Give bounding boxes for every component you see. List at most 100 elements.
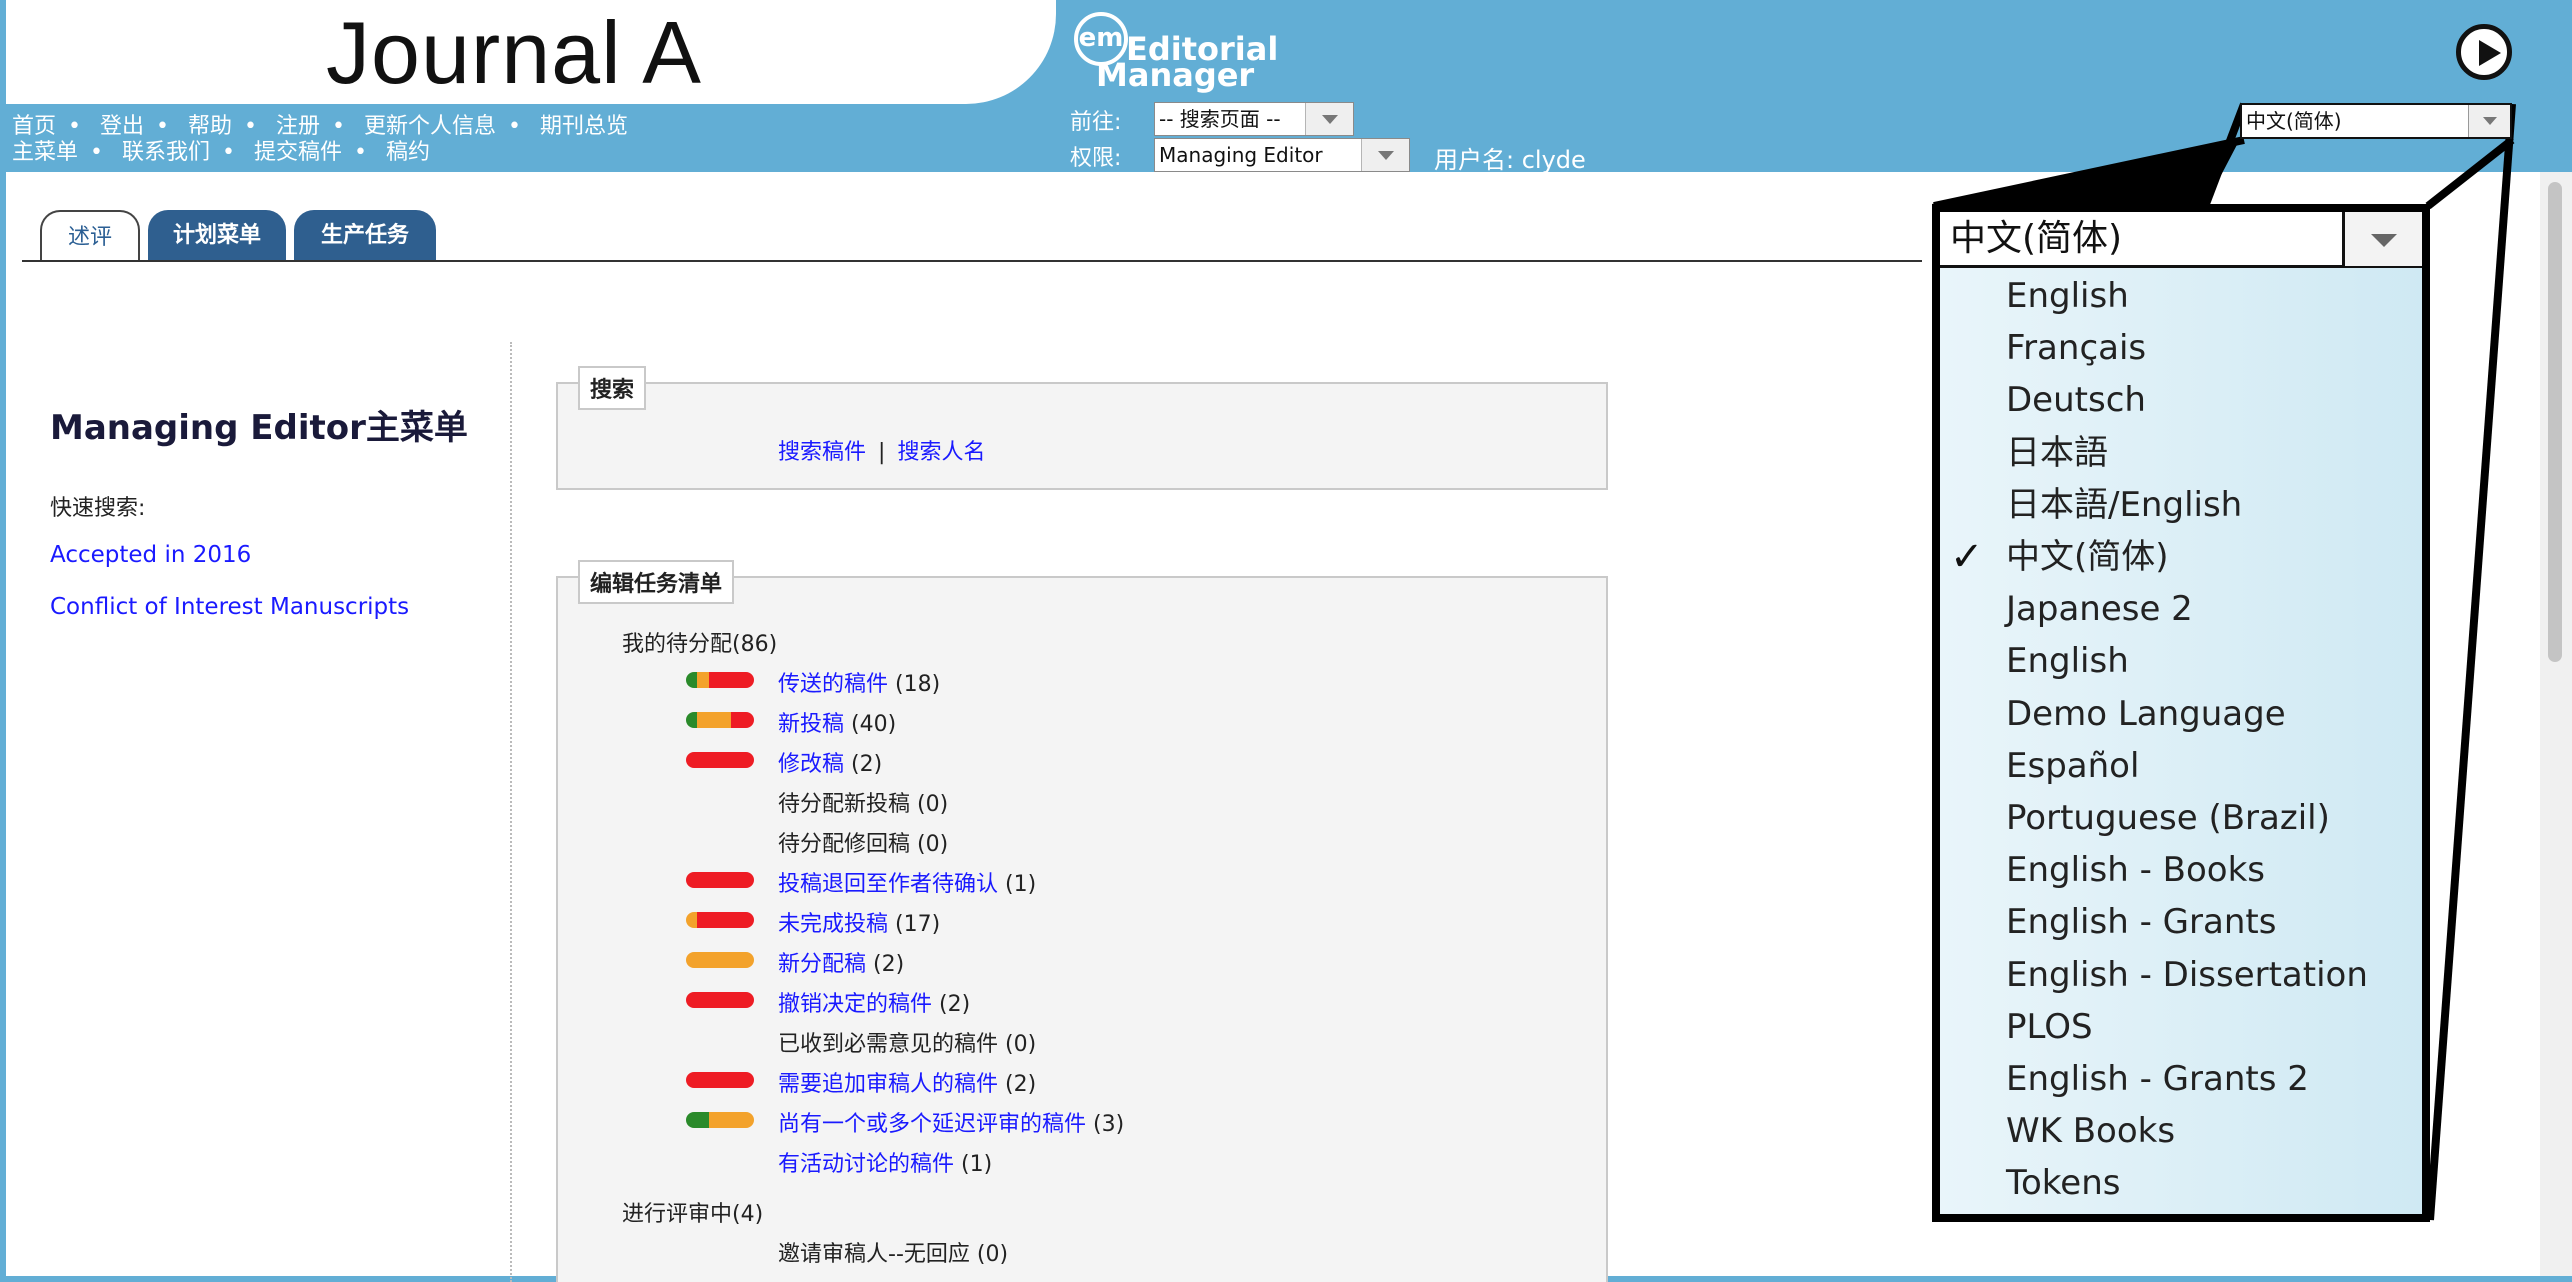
language-dropdown-selected: 中文(简体) [1950, 218, 2123, 259]
task-list-item: 未完成投稿 (17) [778, 906, 940, 938]
username-display: 用户名: clyde [1434, 146, 1586, 174]
language-option[interactable]: 日本語 [1940, 427, 2422, 479]
task-list-item: 修改稿 (2) [778, 746, 882, 778]
nav-journal-overview-link[interactable]: 期刊总览 [540, 114, 628, 139]
status-bar-icon [686, 712, 754, 728]
task-list-item: 新分配稿 (2) [778, 946, 904, 978]
journal-banner: Journal A [6, 0, 1056, 104]
language-option[interactable]: Portuguese (Brazil) [1940, 792, 2422, 844]
tab-underline [22, 260, 1922, 262]
quick-search-link-conflict[interactable]: Conflict of Interest Manuscripts [50, 594, 409, 620]
task-link[interactable]: 投稿退回至作者待确认 [778, 872, 998, 897]
language-option-label: PLOS [2006, 1006, 2093, 1047]
status-bar-icon [686, 1112, 754, 1128]
status-bar-segment [708, 1112, 754, 1128]
language-option[interactable]: English - Grants 2 [1940, 1053, 2422, 1105]
language-option[interactable]: English - Grants [1940, 896, 2422, 948]
task-list-item: 已收到必需意见的稿件 (0) [778, 1026, 1036, 1058]
search-people-link[interactable]: 搜索人名 [897, 440, 985, 465]
role-select[interactable]: Managing Editor [1154, 138, 1410, 172]
status-bar-icon [686, 1072, 754, 1088]
language-option-label: 中文(简体) [2006, 537, 2169, 577]
task-count: (0) [969, 1242, 1009, 1267]
status-bar-segment [708, 672, 754, 688]
language-option-label: 日本語/English [2006, 484, 2243, 525]
tab-overview[interactable]: 述评 [40, 210, 140, 262]
status-bar-icon [686, 912, 754, 928]
language-option[interactable]: WK Books [1940, 1105, 2422, 1157]
task-list-item: 需要追加审稿人的稿件 (2) [778, 1066, 1036, 1098]
language-option[interactable]: Deutsch [1940, 374, 2422, 426]
language-option-label: Deutsch [2006, 380, 2146, 421]
tab-production-tasks[interactable]: 生产任务 [294, 210, 436, 262]
language-option-label: English [2006, 641, 2129, 682]
language-option[interactable]: Tokens [1940, 1157, 2422, 1209]
status-bar-segment [686, 952, 754, 968]
nav-separator: • [90, 140, 103, 165]
task-link[interactable]: 有活动讨论的稿件 [778, 1152, 954, 1177]
language-option-label: Portuguese (Brazil) [2006, 798, 2330, 838]
language-option[interactable]: English - Books [1940, 844, 2422, 896]
language-option[interactable]: PLOS [1940, 1001, 2422, 1053]
language-option[interactable]: ✓ 中文(简体) [1940, 531, 2422, 583]
task-link[interactable]: 新分配稿 [778, 952, 866, 977]
chevron-down-icon [1305, 103, 1353, 135]
task-link[interactable]: 新投稿 [778, 712, 844, 737]
task-link[interactable]: 传送的稿件 [778, 672, 888, 697]
logo-word-manager: Manager [1096, 56, 1255, 94]
language-option[interactable]: English [1940, 635, 2422, 687]
editorial-manager-logo: em Editorial Manager [1074, 12, 1278, 94]
nav-contact-link[interactable]: 联系我们 [122, 140, 210, 165]
quick-search-label: 快速搜索: [50, 496, 146, 521]
page-scrollbar[interactable] [2540, 172, 2572, 1276]
language-dropdown-zoom: 中文(简体) English Français Deutsch 日本語日本語/Engl… [1932, 204, 2430, 1222]
search-section-legend: 搜索 [578, 366, 647, 410]
search-manuscripts-link[interactable]: 搜索稿件 [778, 440, 866, 465]
task-link[interactable]: 需要追加审稿人的稿件 [778, 1072, 998, 1097]
language-option[interactable]: 日本語/English [1940, 479, 2422, 531]
quick-search-link-accepted[interactable]: Accepted in 2016 [50, 542, 251, 568]
nav-separator: • [508, 114, 521, 139]
task-link[interactable]: 撤销决定的稿件 [778, 992, 932, 1017]
scrollbar-thumb[interactable] [2548, 182, 2562, 662]
task-link[interactable]: 未完成投稿 [778, 912, 888, 937]
status-bar-segment [686, 672, 698, 688]
language-option-label: Français [2006, 328, 2147, 369]
language-select[interactable]: 中文(简体) [2240, 103, 2512, 139]
nav-instructions-link[interactable]: 稿约 [386, 140, 430, 165]
language-option[interactable]: English [1940, 270, 2422, 322]
language-option-label: English - Books [2006, 850, 2265, 891]
task-list-item: 待分配修回稿 (0) [778, 826, 948, 858]
task-link: 已收到必需意见的稿件 [778, 1032, 999, 1057]
language-select-value: 中文(简体) [2246, 109, 2342, 133]
task-link[interactable]: 尚有一个或多个延迟评审的稿件 [778, 1112, 1086, 1137]
task-list-item: 尚有一个或多个延迟评审的稿件 (3) [778, 1106, 1124, 1138]
role-select-value: Managing Editor [1159, 143, 1323, 167]
chevron-down-icon [1361, 139, 1409, 171]
language-option-label: English - Grants [2006, 902, 2277, 943]
goto-select[interactable]: -- 搜索页面 -- [1154, 102, 1354, 136]
tab-plan-menu[interactable]: 计划菜单 [148, 210, 286, 262]
task-count: (3) [1086, 1112, 1125, 1137]
language-option[interactable]: Japanese 2 [1940, 583, 2422, 635]
task-list-item: 有活动讨论的稿件 (1) [778, 1146, 992, 1178]
status-bar-segment [731, 712, 754, 728]
status-bar-segment [697, 712, 732, 728]
task-count: (17) [888, 912, 941, 937]
task-count: (0) [910, 832, 949, 857]
nav-main-menu-link[interactable]: 主菜单 [12, 140, 78, 165]
play-icon[interactable] [2456, 24, 2512, 80]
language-option[interactable]: Demo Language [1940, 688, 2422, 740]
task-link[interactable]: 修改稿 [778, 752, 844, 777]
language-option[interactable]: English - Dissertation [1940, 949, 2422, 1001]
task-list-item: 撤销决定的稿件 (2) [778, 986, 970, 1018]
link-separator: | [878, 440, 886, 465]
status-bar-segment [697, 672, 709, 688]
task-link: 待分配修回稿 [778, 832, 911, 857]
task-link: 邀请审稿人--无回应 [778, 1242, 970, 1267]
nav-submit-link[interactable]: 提交稿件 [254, 140, 342, 165]
group-under-review: 进行评审中(4) [622, 1202, 764, 1227]
language-option[interactable]: Español [1940, 740, 2422, 792]
language-dropdown-header[interactable]: 中文(简体) [1940, 212, 2422, 268]
language-option[interactable]: Français [1940, 322, 2422, 374]
